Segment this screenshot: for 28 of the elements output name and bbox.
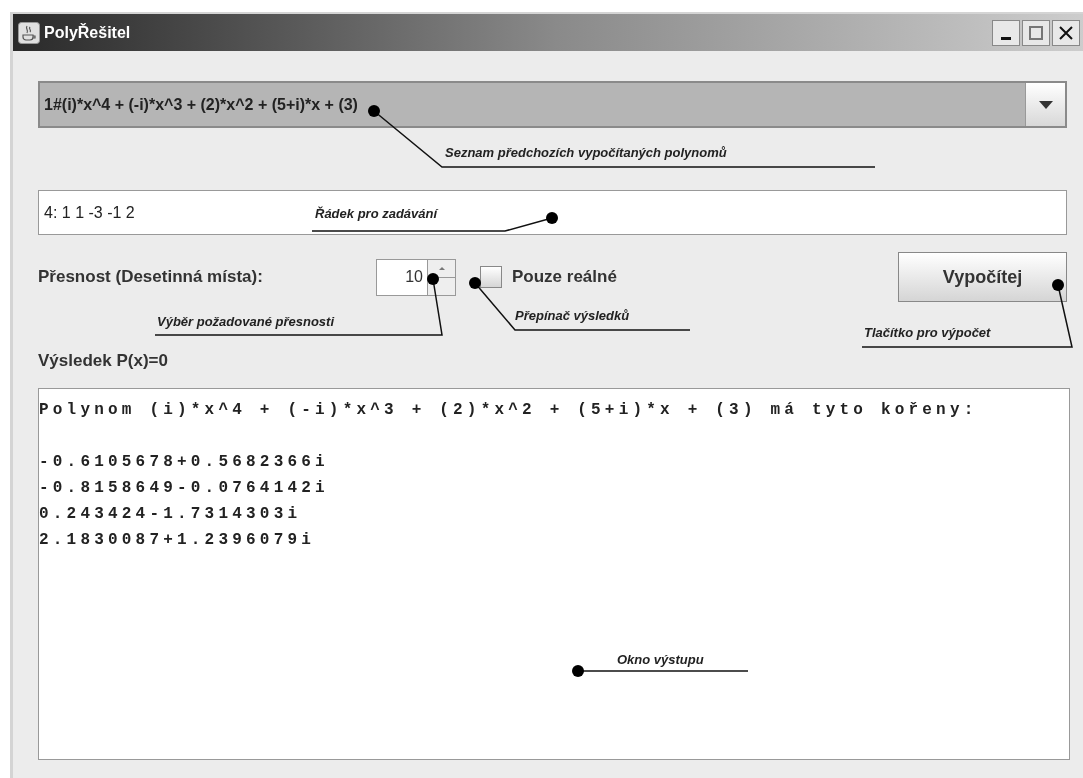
root-value: -0.8158649-0.0764142i — [39, 478, 330, 499]
dropdown-caret-icon — [1038, 100, 1053, 109]
maximize-icon — [1029, 25, 1043, 40]
compute-button[interactable]: Vypočítej — [898, 252, 1067, 302]
result-label: Výsledek P(x)=0 — [38, 350, 169, 372]
root-value: 2.1830087+1.2396079i — [39, 530, 317, 551]
root-value: -0.6105678+0.5682366i — [39, 452, 330, 473]
minimize-button[interactable] — [992, 19, 1020, 46]
annotation-label: Přepínač výsledků — [515, 307, 630, 325]
close-icon — [1059, 25, 1073, 40]
annotation-label: Tlačítko pro výpočet — [864, 324, 991, 342]
root-value: 0.243424-1.7314303i — [39, 504, 303, 525]
annotation-label: Seznam předchozích vypočítaných polynomů — [445, 144, 727, 162]
coffee-cup-icon — [18, 21, 40, 44]
output-header: Polynom (i)*x^4 + (-i)*x^3 + (2)*x^2 + (5+i)*x + (3) má tyto kořeny: — [39, 400, 979, 421]
minimize-icon — [1001, 36, 1011, 40]
spin-up-icon — [438, 266, 445, 270]
precision-spinner[interactable]: 10 — [376, 258, 456, 296]
close-button[interactable] — [1052, 19, 1080, 46]
checkbox[interactable] — [480, 266, 502, 288]
history-dropdown[interactable]: 1#(i)*x^4 + (-i)*x^3 + (2)*x^2 + (5+i)*x + (3) — [38, 81, 1067, 128]
precision-label: Přesnost (Desetinná místa): — [38, 266, 264, 289]
annotation-label: Okno výstupu — [617, 651, 704, 669]
checkbox-label: Pouze reálné — [512, 266, 617, 289]
annotation-label: Výběr požadované přesnosti — [157, 313, 334, 331]
window-title: PolyŘešitel — [44, 22, 131, 43]
annotation-label: Řádek pro zadávání — [315, 205, 438, 223]
maximize-button[interactable] — [1022, 19, 1050, 46]
